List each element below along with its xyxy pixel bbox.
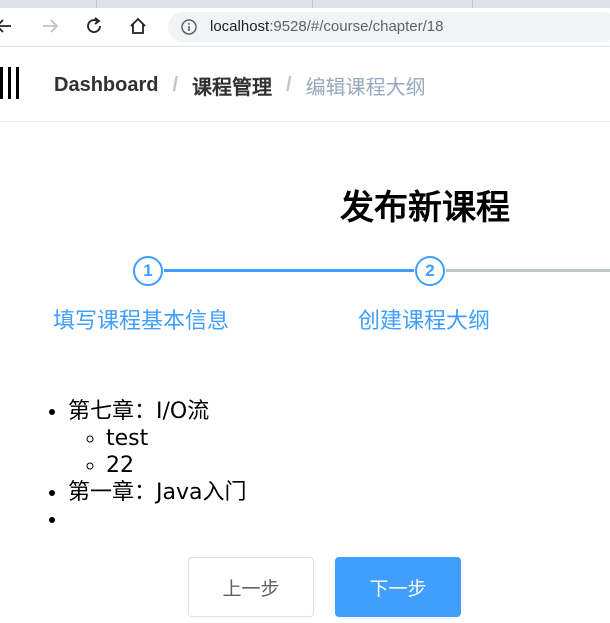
chapter-title: 第七章：I/O流 — [68, 399, 210, 424]
reload-icon — [87, 17, 101, 33]
home-icon — [130, 17, 146, 34]
breadcrumb-dashboard[interactable]: Dashboard — [54, 74, 158, 97]
step-1-icon: 1 — [133, 256, 163, 286]
prev-step-button[interactable]: 上一步 — [188, 557, 314, 617]
step-2-icon: 2 — [415, 256, 445, 286]
chapter-title: 第一章：Java入门 — [68, 480, 247, 505]
section-list: test 22 — [68, 425, 246, 479]
url-path: :9528/#/course/chapter/18 — [269, 18, 444, 35]
reload-button[interactable] — [82, 14, 106, 38]
url-text: localhost:9528/#/course/chapter/18 — [210, 18, 444, 35]
arrow-left-icon — [0, 19, 11, 33]
breadcrumb-course-management[interactable]: 课程管理 — [192, 71, 272, 100]
info-icon[interactable] — [180, 18, 198, 40]
breadcrumb: Dashboard / 课程管理 / 编辑课程大纲 — [54, 71, 426, 100]
breadcrumb-separator: / — [172, 74, 179, 96]
sidebar-toggle-icon[interactable] — [0, 67, 22, 99]
section-item: 22 — [106, 452, 246, 479]
step-2-label: 创建课程大纲 — [358, 309, 491, 334]
chapter-list: 第七章：I/O流 test 22 第一章：Java入门 — [46, 398, 246, 533]
back-button[interactable] — [0, 14, 16, 38]
breadcrumb-separator: / — [286, 74, 292, 96]
chapter-item — [68, 506, 246, 533]
tab-divider — [312, 0, 313, 8]
page-title: 发布新课程 — [340, 189, 510, 227]
step-connector-todo — [446, 269, 610, 272]
chapter-item: 第一章：Java入门 — [68, 479, 246, 506]
next-step-button[interactable]: 下一步 — [335, 557, 461, 617]
tab-divider — [472, 0, 473, 8]
browser-toolbar: localhost:9528/#/course/chapter/18 — [0, 0, 610, 47]
step-connector-done — [164, 269, 414, 272]
breadcrumb-current: 编辑课程大纲 — [305, 77, 426, 99]
url-host: localhost — [210, 18, 270, 35]
address-bar[interactable]: localhost:9528/#/course/chapter/18 — [168, 12, 610, 42]
arrow-right-icon — [43, 19, 59, 33]
tab-strip — [0, 0, 610, 8]
section-item: test — [106, 425, 246, 452]
home-button[interactable] — [126, 14, 150, 38]
steps: 1 2 填写课程基本信息 创建课程大纲 — [0, 255, 610, 335]
forward-button[interactable] — [38, 14, 62, 38]
tab-divider — [96, 0, 97, 8]
app-navbar: Dashboard / 课程管理 / 编辑课程大纲 — [0, 47, 610, 122]
chapter-item: 第七章：I/O流 test 22 — [68, 398, 246, 479]
step-1-label: 填写课程基本信息 — [53, 309, 230, 334]
